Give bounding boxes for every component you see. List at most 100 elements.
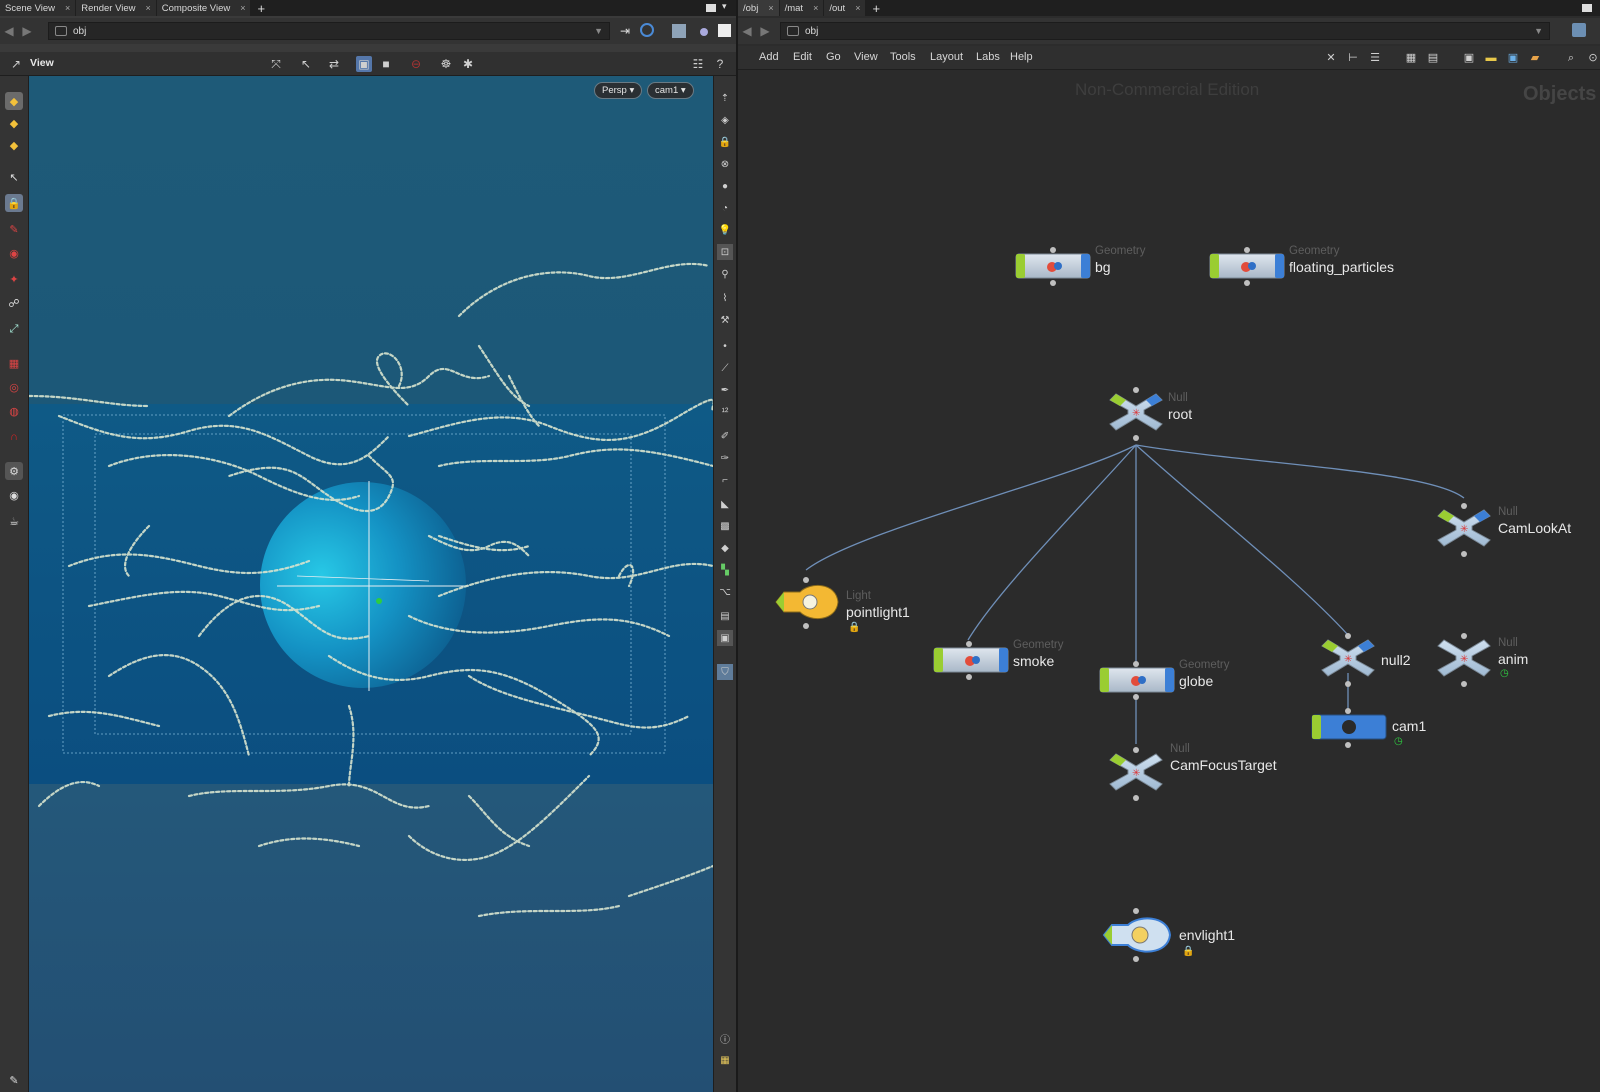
edge-icon[interactable]: ⟋	[717, 360, 733, 376]
paint-icon[interactable]: ✎	[5, 220, 23, 238]
view-icon[interactable]: ◉	[5, 244, 23, 262]
link-icon[interactable]	[1572, 23, 1586, 37]
sphere-icon[interactable]	[700, 28, 708, 36]
branch-icon[interactable]: ⌥	[717, 584, 733, 600]
checker-icon[interactable]: ▩	[717, 518, 733, 534]
grid-alt-icon[interactable]: ▤	[1426, 51, 1440, 65]
list-icon[interactable]: ☰	[1368, 51, 1382, 65]
pin-icon[interactable]: ⇥	[620, 24, 630, 38]
select-arrow-icon[interactable]: ↖	[5, 168, 23, 186]
node-name-label[interactable]: envlight1	[1179, 927, 1235, 943]
number-icon[interactable]: ¹²	[717, 404, 733, 420]
snap-icon[interactable]: ⊗	[717, 156, 733, 172]
viewport-render[interactable]	[29, 76, 713, 1092]
image-icon[interactable]: ▣	[717, 630, 733, 646]
node-envlight1[interactable]	[1102, 908, 1172, 962]
image-icon[interactable]: ▣	[1506, 51, 1520, 65]
pane-layout-icon[interactable]	[1582, 4, 1592, 12]
grid-view-icon[interactable]: ▦	[1404, 51, 1418, 65]
pane-layout-icon[interactable]	[706, 4, 716, 12]
lock-icon[interactable]: 🔒	[5, 194, 23, 212]
tab-scene-view[interactable]: Scene View ×	[0, 0, 76, 16]
menu-view[interactable]: View	[854, 51, 878, 63]
handle-icon[interactable]: ↗	[8, 56, 24, 72]
menu-layout[interactable]: Layout	[930, 51, 963, 63]
swap-icon[interactable]: ⇄	[326, 56, 342, 72]
add-tab-button[interactable]: +	[251, 1, 271, 16]
close-icon[interactable]: ×	[145, 3, 150, 13]
camera-icon[interactable]: ⚙	[5, 462, 23, 480]
tree-icon[interactable]: ⊢	[1346, 51, 1360, 65]
path-field[interactable]: obj ▼	[780, 22, 1550, 40]
node-name-label[interactable]: pointlight1	[846, 604, 910, 620]
shelf-tool-icon[interactable]: ◆	[5, 114, 23, 132]
node-camfocustarget[interactable]: ✳	[1109, 747, 1163, 801]
maximize-icon[interactable]	[718, 24, 731, 37]
gear-icon[interactable]: ✱	[460, 56, 476, 72]
node-globe[interactable]	[1099, 661, 1175, 700]
menu-tools[interactable]: Tools	[890, 51, 916, 63]
node-name-label[interactable]: cam1	[1392, 718, 1426, 734]
no-entry-icon[interactable]: ⊖	[408, 56, 424, 72]
close-icon[interactable]: ×	[240, 3, 245, 13]
pin-icon[interactable]: ✎	[5, 1071, 23, 1089]
display-options-icon[interactable]: ☷	[690, 56, 706, 72]
select-icon[interactable]: ↖	[298, 56, 314, 72]
node-name-label[interactable]: globe	[1179, 673, 1213, 689]
shelf-tool-icon[interactable]: ◆	[5, 136, 23, 154]
shading-icon[interactable]: ◈	[717, 112, 733, 128]
close-icon[interactable]: ×	[813, 3, 818, 13]
menu-go[interactable]: Go	[826, 51, 841, 63]
record-icon[interactable]: ◉	[5, 486, 23, 504]
3d-viewport[interactable]: Persp ▾ cam1 ▾	[29, 76, 713, 1092]
tab-mat[interactable]: /mat ×	[779, 0, 824, 16]
node-name-label[interactable]: smoke	[1013, 653, 1054, 669]
globe-object[interactable]	[260, 482, 466, 688]
corner-icon[interactable]: ⌐	[717, 472, 733, 488]
ghost-icon[interactable]: ☸	[438, 56, 454, 72]
snap-multi-icon[interactable]: ◍	[5, 402, 23, 420]
snapshot-icon[interactable]: ■	[378, 56, 394, 72]
chevron-down-icon[interactable]: ▾	[722, 1, 727, 12]
brush-icon[interactable]: ✦	[5, 270, 23, 288]
back-arrow-icon[interactable]: ◀	[0, 24, 18, 38]
close-icon[interactable]: ×	[768, 3, 773, 13]
node-name-label[interactable]: bg	[1095, 259, 1111, 275]
path-icon[interactable]: ⌇	[717, 290, 733, 306]
pen-icon[interactable]: ✒	[717, 382, 733, 398]
tab-out[interactable]: /out ×	[824, 0, 866, 16]
camera-menu-button[interactable]: cam1 ▾	[647, 82, 694, 99]
forward-arrow-icon[interactable]: ▶	[18, 24, 36, 38]
sphere-icon[interactable]: ●	[717, 178, 733, 194]
grid-icon[interactable]: ▦	[717, 1052, 733, 1068]
camera-view-icon[interactable]: ▣	[356, 56, 372, 72]
uv-icon[interactable]: ▚	[717, 562, 733, 578]
brush-alt-icon[interactable]: ✑	[717, 450, 733, 466]
node-pointlight1[interactable]	[775, 577, 839, 629]
menu-labs[interactable]: Labs	[976, 51, 1000, 63]
node-name-label[interactable]: anim	[1498, 651, 1528, 667]
shelf-tool-icon[interactable]: ◆	[5, 92, 23, 110]
chevron-down-icon[interactable]: ▼	[594, 26, 603, 36]
node-smoke[interactable]	[933, 641, 1009, 680]
display-option-icon[interactable]: ⇡	[717, 90, 733, 106]
menu-edit[interactable]: Edit	[793, 51, 812, 63]
tab-obj[interactable]: /obj ×	[738, 0, 779, 16]
menu-help[interactable]: Help	[1010, 51, 1033, 63]
magnet-icon[interactable]: ∩	[5, 428, 23, 446]
handle-tool-icon[interactable]: ⤢	[5, 320, 23, 338]
search-icon[interactable]: ⌕	[1564, 51, 1578, 65]
teapot-icon[interactable]: ☕	[5, 512, 23, 530]
shield-icon[interactable]: ⛉	[717, 664, 733, 680]
menu-add[interactable]: Add	[759, 51, 779, 63]
path-field[interactable]: obj ▼	[48, 22, 610, 40]
node-anim[interactable]: ✳	[1437, 633, 1491, 687]
help-icon[interactable]: ?	[712, 56, 728, 72]
node-bg[interactable]	[1015, 247, 1091, 286]
brush-icon[interactable]: ✐	[717, 428, 733, 444]
target-icon[interactable]	[640, 23, 654, 37]
cube-icon[interactable]	[672, 24, 686, 38]
point-icon[interactable]: •	[717, 338, 733, 354]
transform-icon[interactable]: ⤧	[268, 56, 284, 72]
add-tab-button[interactable]: +	[866, 1, 886, 16]
